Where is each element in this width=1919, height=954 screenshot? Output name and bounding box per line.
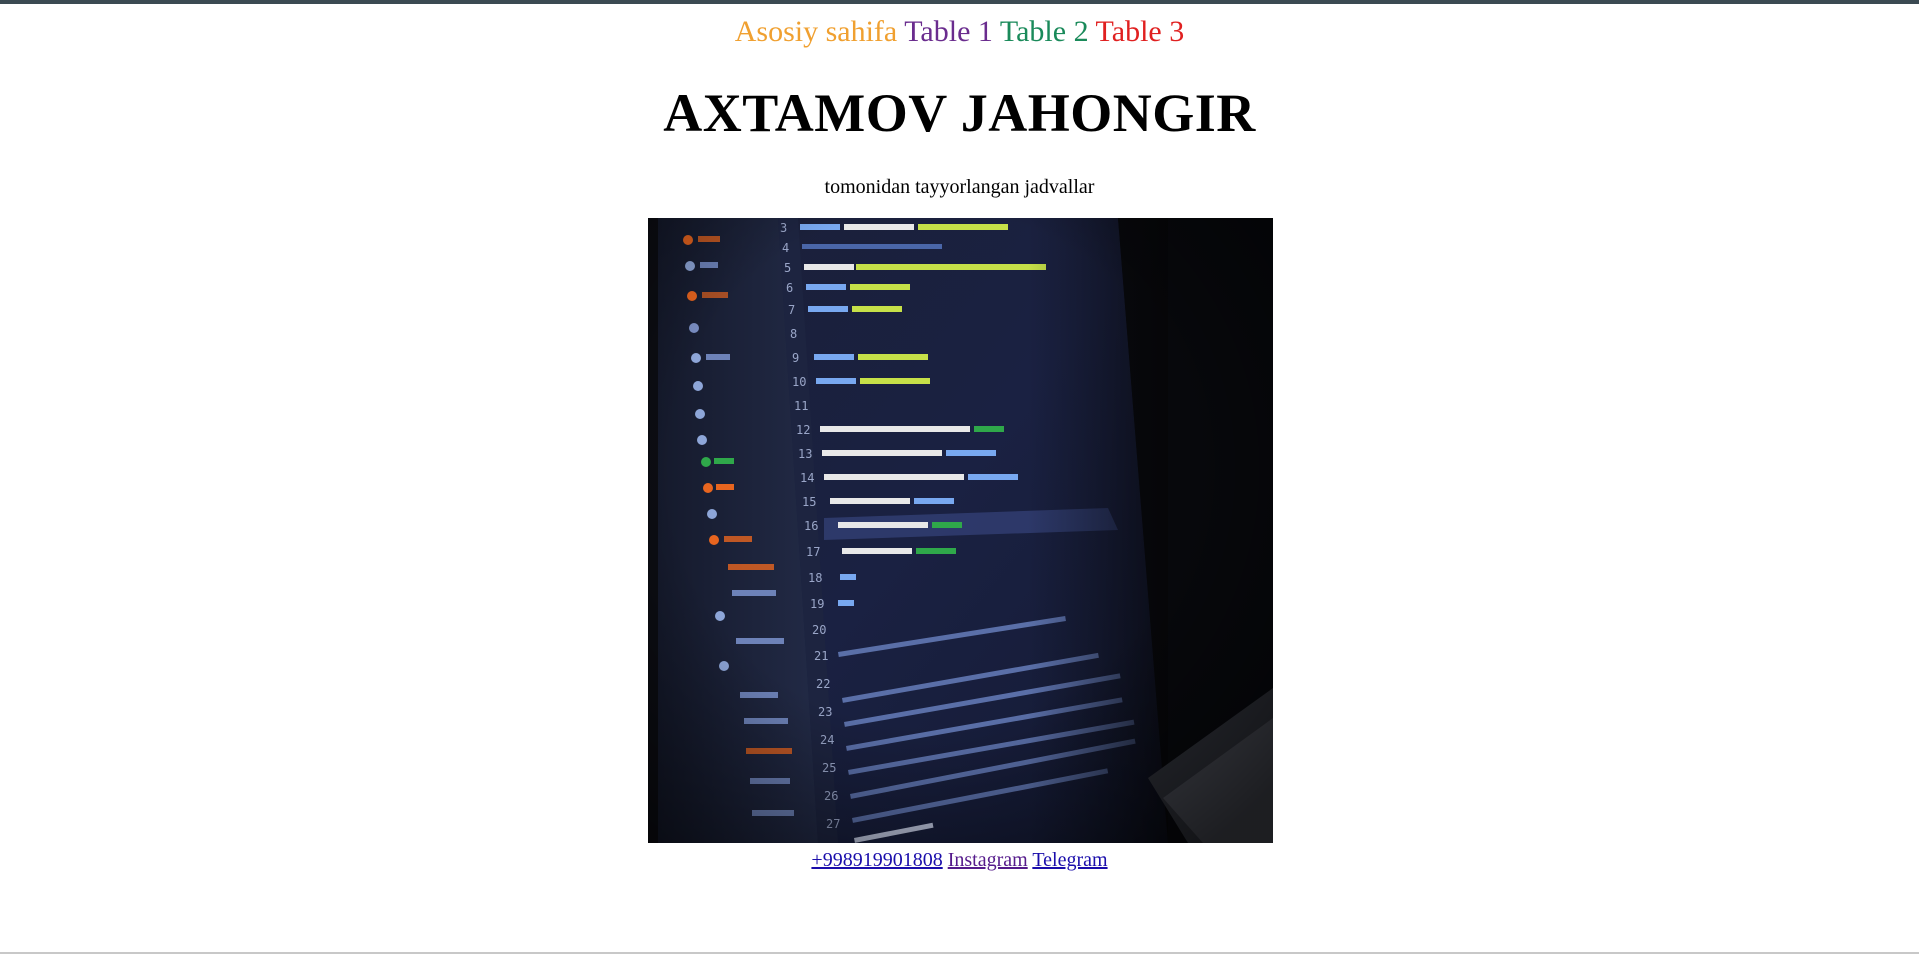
code-editor-illustration: 3 4 5 6 7 8 9 10 11 12 13 14 15 16 17 18… [648,218,1273,843]
nav-link-table-3[interactable]: Table 3 [1096,15,1185,48]
code-editor-photo: 3 4 5 6 7 8 9 10 11 12 13 14 15 16 17 18… [648,218,1273,843]
nav-link-table-1[interactable]: Table 1 [904,15,993,48]
instagram-link[interactable]: Instagram [948,849,1028,871]
nav-link-home[interactable]: Asosiy sahifa [735,15,897,48]
top-border [0,0,1919,4]
telegram-link[interactable]: Telegram [1032,849,1107,871]
page-subtitle: tomonidan tayyorlangan jadvallar [824,176,1095,198]
contact-links: +998919901808 Instagram Telegram [0,846,1919,874]
phone-link[interactable]: +998919901808 [811,849,942,871]
page-title: AXTAMOV JAHONGIR [663,83,1256,143]
nav-link-table-2[interactable]: Table 2 [1000,15,1089,48]
top-navigation: Asosiy sahifa Table 1 Table 2 Table 3 [0,12,1919,52]
